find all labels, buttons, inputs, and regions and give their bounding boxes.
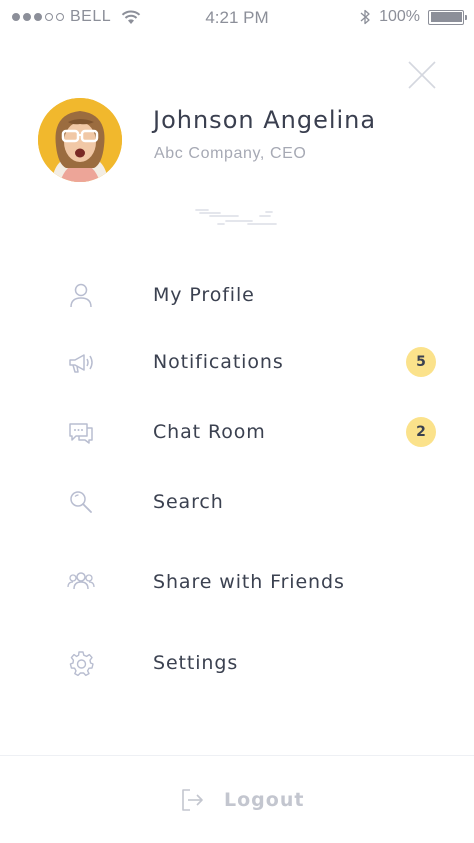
menu-item-settings[interactable]: Settings <box>0 633 474 693</box>
user-icon <box>64 280 98 310</box>
chat-icon <box>64 417 98 447</box>
menu-item-label: Settings <box>153 652 239 674</box>
logout-button[interactable]: Logout <box>178 780 304 820</box>
profile-role: Abc Company, CEO <box>154 145 307 162</box>
menu-item-share-with-friends[interactable]: Share with Friends <box>0 552 474 612</box>
logout-icon <box>182 789 203 811</box>
battery-cap <box>464 14 467 20</box>
menu-item-label: Notifications <box>153 351 284 373</box>
menu-item-label: Chat Room <box>153 421 266 443</box>
bluetooth-icon <box>360 9 370 25</box>
search-icon <box>64 487 98 517</box>
battery-fill <box>430 12 462 22</box>
menu-item-my-profile[interactable]: My Profile <box>0 265 474 325</box>
status-right: 100% <box>359 8 467 26</box>
menu-item-label: Search <box>153 491 224 513</box>
menu-item-chat-room[interactable]: Chat Room 2 <box>0 402 474 462</box>
chat-badge: 2 <box>406 417 436 447</box>
menu-item-notifications[interactable]: Notifications 5 <box>0 332 474 392</box>
megaphone-icon <box>64 347 98 377</box>
group-icon <box>64 567 98 597</box>
battery-percent: 100% <box>379 8 420 25</box>
profile-name: Johnson Angelina <box>153 106 377 134</box>
avatar[interactable] <box>38 98 122 182</box>
gear-icon <box>64 648 98 678</box>
menu-item-label: My Profile <box>153 284 255 306</box>
menu-item-search[interactable]: Search <box>0 472 474 532</box>
footer-divider <box>0 755 474 756</box>
close-icon[interactable] <box>404 57 440 93</box>
avatar-photo <box>38 98 122 182</box>
signature-icon <box>195 209 277 225</box>
status-bar: BELL 4:21 PM 100% <box>0 0 474 36</box>
battery-icon <box>428 9 467 25</box>
notification-badge: 5 <box>406 347 436 377</box>
menu-item-label: Share with Friends <box>153 571 345 593</box>
logout-label: Logout <box>224 789 305 811</box>
